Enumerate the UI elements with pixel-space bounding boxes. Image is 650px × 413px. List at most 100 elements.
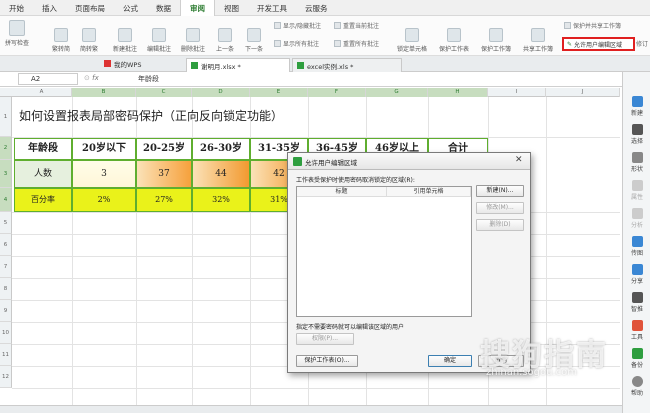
- show-all-comments-button[interactable]: 显示所有批注: [274, 39, 319, 48]
- column-header: A B C D E F G H I J: [0, 88, 620, 97]
- row-8[interactable]: 8: [0, 278, 12, 300]
- name-box[interactable]: A2: [18, 73, 78, 85]
- col-e[interactable]: E: [250, 88, 308, 97]
- close-icon[interactable]: ✕: [515, 155, 523, 165]
- col-header-title[interactable]: 标题: [297, 187, 387, 197]
- protect-workbook-button[interactable]: 保护工作簿: [478, 26, 514, 53]
- menu-tab-formula[interactable]: 公式: [114, 0, 147, 16]
- menu-tab-insert[interactable]: 插入: [33, 0, 66, 16]
- doc-tab-xieming[interactable]: 谢明月.xlsx *: [186, 58, 290, 72]
- percent-cell[interactable]: 27%: [136, 188, 192, 212]
- menu-tab-developer[interactable]: 开发工具: [248, 0, 296, 16]
- menu-tab-view[interactable]: 视图: [215, 0, 248, 16]
- percent-label-cell[interactable]: 百分率: [14, 188, 72, 212]
- share-workbook-button[interactable]: 共享工作簿: [518, 26, 558, 53]
- toolbox-icon: [631, 320, 643, 331]
- sheet-title[interactable]: 如何设置报表局部密码保护（正向反向锁定功能）: [19, 107, 283, 124]
- header-cell[interactable]: 20-25岁: [136, 138, 192, 160]
- row-10[interactable]: 10: [0, 322, 12, 344]
- doc-tab-mywps[interactable]: 我的WPS: [100, 57, 147, 71]
- lock-cell-button[interactable]: 锁定单元格: [394, 26, 430, 53]
- delete-comment-button[interactable]: 删除批注: [178, 26, 208, 53]
- panel-new[interactable]: 新建: [625, 96, 649, 117]
- panel-recommend[interactable]: 智推: [625, 292, 649, 313]
- panel-property[interactable]: 属性: [625, 180, 649, 201]
- count-cell[interactable]: 44: [192, 160, 250, 188]
- dialog-titlebar[interactable]: 允许用户编辑区域 ✕: [288, 153, 530, 170]
- panel-analyze[interactable]: 分析: [625, 208, 649, 229]
- panel-help[interactable]: 帮助: [625, 376, 649, 397]
- count-cell[interactable]: 37: [136, 160, 192, 188]
- protect-sheet-button[interactable]: 保护工作表(O)...: [296, 355, 358, 367]
- row-12[interactable]: 12: [0, 366, 12, 388]
- col-h[interactable]: H: [428, 88, 488, 97]
- panel-backup[interactable]: 备份: [625, 348, 649, 369]
- row-2[interactable]: 2: [0, 137, 12, 160]
- fx-icon[interactable]: ⊙ fx: [84, 74, 99, 82]
- protect-share-button[interactable]: 保护并共享工作簿: [564, 21, 621, 30]
- count-label-cell[interactable]: 人数: [14, 160, 72, 188]
- col-d[interactable]: D: [192, 88, 250, 97]
- ok-button[interactable]: 确定: [428, 355, 472, 367]
- doc-tab-excel[interactable]: excel实例.xls *: [292, 58, 402, 72]
- col-b[interactable]: B: [72, 88, 136, 97]
- panel-tools[interactable]: 工具: [625, 320, 649, 341]
- panel-shape[interactable]: 形状: [625, 152, 649, 173]
- menu-tab-data[interactable]: 数据: [147, 0, 180, 16]
- protect-sheet-button[interactable]: 保护工作表: [436, 26, 472, 53]
- row-5[interactable]: 5: [0, 212, 12, 234]
- plus-icon: [631, 96, 643, 107]
- track-changes-button[interactable]: 修订: [636, 39, 648, 48]
- watermark-url: zhinan.sogou.com: [486, 367, 578, 378]
- panel-share[interactable]: 分享: [625, 264, 649, 285]
- header-cell[interactable]: 26-30岁: [192, 138, 250, 160]
- percent-cell[interactable]: 2%: [72, 188, 136, 212]
- show-hide-comment-button[interactable]: 显示/隐藏批注: [274, 21, 321, 30]
- row-6[interactable]: 6: [0, 234, 12, 256]
- new-comment-button[interactable]: 新建批注: [110, 26, 140, 53]
- formula-input[interactable]: 年龄段: [138, 74, 159, 84]
- panel-upload[interactable]: 传图: [625, 236, 649, 257]
- prev-comment-button[interactable]: 上一条: [212, 26, 238, 53]
- row-11[interactable]: 11: [0, 344, 12, 366]
- col-i[interactable]: I: [488, 88, 546, 97]
- modify-range-button[interactable]: 修改(M)...: [476, 202, 524, 214]
- new-range-button[interactable]: 新建(N)...: [476, 185, 524, 197]
- percent-cell[interactable]: 32%: [192, 188, 250, 212]
- row-7[interactable]: 7: [0, 256, 12, 278]
- col-header-ref[interactable]: 引用单元格: [387, 187, 471, 197]
- menu-tab-layout[interactable]: 页面布局: [66, 0, 114, 16]
- row-4[interactable]: 4: [0, 188, 12, 212]
- comment-icon: [274, 22, 281, 29]
- panel-select[interactable]: 选择: [625, 124, 649, 145]
- col-a[interactable]: A: [12, 88, 72, 97]
- row-1[interactable]: 1: [0, 97, 12, 137]
- trad-to-simp-button[interactable]: 繁转简: [48, 26, 74, 53]
- sheet-icon: [297, 62, 304, 69]
- edit-comment-button[interactable]: 编辑批注: [144, 26, 174, 53]
- permissions-button[interactable]: 权限(P)...: [296, 333, 354, 345]
- menu-tab-start[interactable]: 开始: [0, 0, 33, 16]
- col-c[interactable]: C: [136, 88, 192, 97]
- count-cell[interactable]: 3: [72, 160, 136, 188]
- header-cell-age[interactable]: 年龄段: [14, 138, 72, 160]
- menu-tab-review[interactable]: 审阅: [180, 0, 215, 16]
- menu-tab-cloud[interactable]: 云服务: [296, 0, 337, 16]
- ranges-list[interactable]: 标题 引用单元格: [296, 186, 472, 317]
- delete-range-button[interactable]: 删除(D): [476, 219, 524, 231]
- row-3[interactable]: 3: [0, 160, 12, 188]
- col-j[interactable]: J: [546, 88, 620, 97]
- simp-to-trad-button[interactable]: 简转繁: [76, 26, 102, 53]
- col-g[interactable]: G: [366, 88, 428, 97]
- next-comment-button[interactable]: 下一条: [241, 26, 267, 53]
- sheet-tabs-bar[interactable]: [0, 405, 622, 413]
- row-9[interactable]: 9: [0, 300, 12, 322]
- dialog-title: 允许用户编辑区域: [305, 159, 357, 167]
- allow-edit-ranges-button[interactable]: ✎ 允许用户编辑区域: [562, 37, 635, 51]
- col-f[interactable]: F: [308, 88, 366, 97]
- spell-check-button[interactable]: 拼写检查: [2, 18, 32, 47]
- reset-all-comments-button[interactable]: 重置所有批注: [334, 39, 379, 48]
- header-cell[interactable]: 20岁以下: [72, 138, 136, 160]
- reset-comment-button[interactable]: 重置当前批注: [334, 21, 379, 30]
- lock-icon: [405, 28, 419, 42]
